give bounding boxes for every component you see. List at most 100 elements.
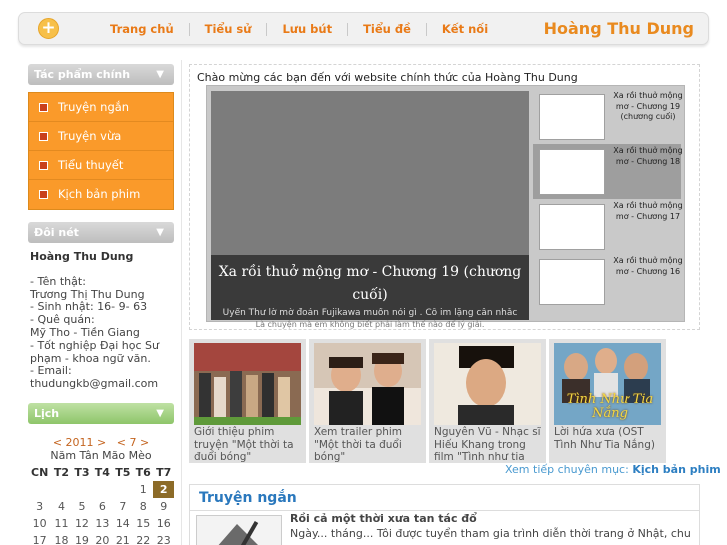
calendar-day[interactable]: 14: [113, 515, 133, 532]
top-navbar: + Trang chủ Tiểu sử Lưu bút Tiểu đề Kết …: [18, 12, 709, 45]
thumb-title: Xa rồi thuở mộng mơ - Chương 17: [613, 201, 683, 221]
calendar: < 2011 > < 7 > Năm Tân Mão Mèo CN T2 T3 T4 T…: [28, 436, 174, 545]
thumb-title: Xa rồi thuở mộng mơ - Chương 16: [613, 256, 683, 276]
gallery-item[interactable]: Tình Như Tia Nắng Lời hứa xưa (OST Tình …: [549, 339, 666, 463]
nav-home[interactable]: Trang chủ: [95, 23, 189, 36]
calendar-nav: < 2011 > < 7 >: [28, 436, 174, 449]
slide-title[interactable]: Xa rồi thuở mộng mơ - Chương 19 (chương …: [211, 261, 529, 307]
calendar-day[interactable]: 3: [28, 498, 51, 515]
bullet-icon: [39, 132, 48, 141]
calendar-day[interactable]: 16: [153, 515, 174, 532]
works-header[interactable]: Tác phẩm chính ▼: [28, 64, 174, 85]
calendar-day[interactable]: 19: [72, 532, 92, 545]
section-title[interactable]: Truyện ngắn: [190, 485, 699, 511]
menu-label: Truyện vừa: [58, 129, 122, 143]
menu-item-novellas[interactable]: Truyện vừa: [29, 122, 173, 151]
gallery-photo[interactable]: [194, 343, 301, 425]
slide-thumb[interactable]: Xa rồi thuở mộng mơ - Chương 16: [533, 254, 683, 309]
weekday-label: T3: [74, 465, 90, 479]
main-nav: Trang chủ Tiểu sử Lưu bút Tiểu đề Kết nố…: [95, 13, 503, 46]
calendar-day[interactable]: 20: [92, 532, 112, 545]
calendar-day[interactable]: 9: [153, 498, 174, 515]
nav-links[interactable]: Kết nối: [425, 23, 503, 36]
more-link[interactable]: Kịch bản phim: [632, 463, 720, 476]
gallery-item[interactable]: Xem trailer phim "Một thời ta đuổi bóng": [309, 339, 426, 463]
gallery-photo[interactable]: Tình Như Tia Nắng: [554, 343, 661, 425]
calendar-day[interactable]: 5: [72, 498, 92, 515]
bio-email: thudungkb@gmail.com: [30, 377, 159, 391]
weekday-label: T5: [115, 465, 131, 479]
works-title: Tác phẩm chính: [34, 68, 131, 81]
gallery-caption[interactable]: Lời hứa xưa (OST Tình Như Tia Nắng): [554, 426, 664, 462]
menu-item-screenplays[interactable]: Kịch bản phim: [29, 180, 173, 209]
triangle-down-icon[interactable]: ▼: [156, 64, 164, 85]
triangle-down-icon[interactable]: ▼: [156, 222, 164, 243]
calendar-day[interactable]: 10: [28, 515, 51, 532]
calendar-day[interactable]: 22: [133, 532, 153, 545]
thumb-image: [539, 204, 605, 250]
plus-circle-icon[interactable]: +: [38, 18, 59, 39]
weekday-label: T2: [53, 465, 70, 479]
calendar-day[interactable]: 6: [92, 498, 112, 515]
story-slider: Xa rồi thuở mộng mơ - Chương 19 (chương …: [206, 85, 685, 329]
gallery-item[interactable]: Nguyên Vũ - Nhạc sĩ Hiếu Khang trong fil…: [429, 339, 546, 463]
gallery-caption[interactable]: Nguyên Vũ - Nhạc sĩ Hiếu Khang trong fil…: [434, 426, 544, 462]
bio-title: Đôi nét: [34, 226, 79, 239]
calendar-empty: [72, 481, 92, 498]
menu-item-short-stories[interactable]: Truyện ngắn: [29, 93, 173, 122]
calendar-day[interactable]: 2: [153, 480, 174, 498]
nav-biography[interactable]: Tiểu sử: [188, 23, 267, 36]
bio-panel: Hoàng Thu Dung - Tên thật: Trương Thị Th…: [28, 243, 174, 399]
calendar-grid: CN T2 T3 T4 T5 T6 T7 1 2 3 4 5 6 7 8 9 10 11 12 13 14 15 16 17…: [28, 464, 174, 545]
calendar-day[interactable]: 12: [72, 515, 92, 532]
year-nav[interactable]: < 2011 >: [53, 436, 106, 449]
month-nav[interactable]: < 7 >: [117, 436, 149, 449]
article-title[interactable]: Rồi cả một thời xưa tan tác đổ: [290, 512, 477, 525]
thumb-title: Xa rồi thuở mộng mơ - Chương 19 (chương …: [613, 91, 683, 121]
bio-line: - Tên thật:: [30, 274, 86, 288]
slide-excerpt-2: Là chuyện mà em không biết phải làm thế …: [255, 320, 485, 329]
slide-thumb[interactable]: Xa rồi thuở mộng mơ - Chương 19 (chương …: [533, 89, 683, 144]
gallery-caption[interactable]: Xem trailer phim "Một thời ta đuổi bóng": [314, 426, 424, 462]
calendar-day[interactable]: 21: [113, 532, 133, 545]
calendar-day[interactable]: 11: [51, 515, 71, 532]
calendar-day[interactable]: 7: [113, 498, 133, 515]
gallery-caption[interactable]: Giới thiệu phim truyện "Một thời ta đuổi…: [194, 426, 304, 462]
calendar-day[interactable]: 17: [28, 532, 51, 545]
author-name: Hoàng Thu Dung: [30, 250, 134, 263]
slide-excerpt: Uyển Thư lờ mờ đoán Fujikawa muốn nói gì…: [222, 308, 518, 318]
bio-line: Mỹ Tho - Tiền Giang: [30, 325, 140, 339]
calendar-week: 12: [28, 480, 174, 498]
weekday-label: T7: [156, 465, 172, 479]
bio-header[interactable]: Đôi nét ▼: [28, 222, 174, 243]
gallery-photo[interactable]: [314, 343, 421, 425]
article-thumbnail[interactable]: [196, 515, 282, 545]
nav-titles[interactable]: Tiểu đề: [347, 23, 426, 36]
slide-thumb[interactable]: Xa rồi thuở mộng mơ - Chương 18: [533, 144, 683, 199]
calendar-day[interactable]: 1: [133, 481, 153, 498]
calendar-header[interactable]: Lịch ▼: [28, 402, 174, 424]
calendar-day[interactable]: 8: [133, 498, 153, 515]
more-category: Xem tiếp chuyên mục: Kịch bản phim: [505, 463, 721, 476]
site-brand[interactable]: Hoàng Thu Dung: [544, 19, 694, 38]
calendar-day[interactable]: 18: [51, 532, 71, 545]
calendar-week: 10 11 12 13 14 15 16: [28, 515, 174, 532]
gallery-item[interactable]: Giới thiệu phim truyện "Một thời ta đuổi…: [189, 339, 306, 463]
calendar-empty: [51, 481, 71, 498]
gallery-photo[interactable]: [434, 343, 541, 425]
slide-thumbnails: Xa rồi thuở mộng mơ - Chương 19 (chương …: [533, 89, 683, 309]
menu-label: Truyện ngắn: [58, 100, 130, 114]
calendar-day[interactable]: 13: [92, 515, 112, 532]
calendar-day[interactable]: 23: [153, 532, 174, 545]
calendar-empty: [28, 481, 51, 498]
thumb-image: [539, 149, 605, 195]
triangle-down-icon[interactable]: ▼: [156, 403, 164, 424]
menu-item-novels[interactable]: Tiểu thuyết: [29, 151, 173, 180]
nav-guestbook[interactable]: Lưu bút: [266, 23, 347, 36]
calendar-day[interactable]: 4: [51, 498, 71, 515]
weekday-label: T4: [94, 465, 110, 479]
calendar-day[interactable]: 15: [133, 515, 153, 532]
column-divider: [181, 60, 182, 545]
slide-thumb[interactable]: Xa rồi thuở mộng mơ - Chương 17: [533, 199, 683, 254]
slide-main-image[interactable]: Xa rồi thuở mộng mơ - Chương 19 (chương …: [211, 91, 529, 329]
